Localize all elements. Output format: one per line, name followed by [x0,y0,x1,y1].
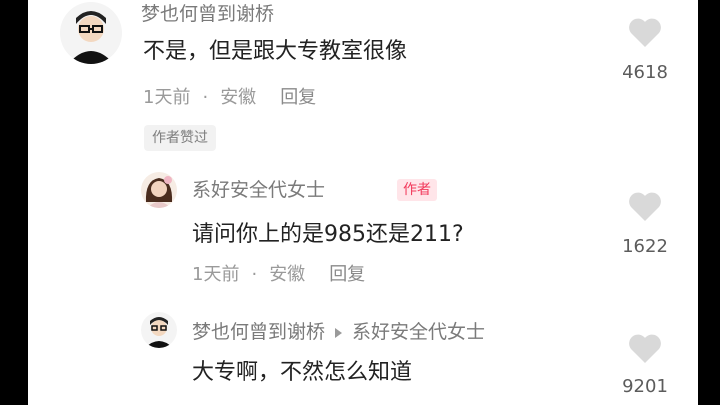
author-badge: 作者 [397,179,437,201]
left-letterbox [0,0,28,405]
heart-icon[interactable] [628,192,662,222]
like-count: 4618 [622,62,668,83]
right-letterbox [698,0,720,405]
reply-to-username[interactable]: 系好安全代女士 [352,321,485,343]
reply-button[interactable]: 回复 [329,264,365,285]
comment-username[interactable]: 系好安全代女士 [192,178,325,202]
heart-icon[interactable] [628,18,662,48]
right-triangle-icon [335,327,343,338]
comment-meta: 1天前 · 安徽 回复 [192,263,365,287]
reply-header: 梦也何曾到谢桥 系好安全代女士 [192,320,485,344]
like-count: 1622 [622,236,668,257]
comment-meta: 1天前 · 安徽 回复 [143,86,316,110]
comment-username[interactable]: 梦也何曾到谢桥 [192,321,325,343]
comment-text: 大专啊，不然怎么知道 [192,360,413,385]
avatar[interactable] [141,172,177,208]
heart-icon[interactable] [628,334,662,364]
meta-separator: · [202,87,209,108]
comment-text: 不是，但是跟大专教室很像 [143,39,408,64]
reply-button[interactable]: 回复 [280,87,316,108]
comment-panel: 梦也何曾到谢桥 不是，但是跟大专教室很像 1天前 · 安徽 回复 作者赞过 4618 … [28,0,698,405]
comment-username[interactable]: 梦也何曾到谢桥 [141,2,274,26]
comment-time: 1天前 [192,264,240,285]
avatar[interactable] [141,312,177,348]
author-liked-badge: 作者赞过 [144,125,216,151]
comment-location: 安徽 [269,264,306,285]
comment-location: 安徽 [220,87,257,108]
comment-time: 1天前 [143,87,191,108]
meta-separator: · [251,264,258,285]
comment-text: 请问你上的是985还是211? [192,222,464,247]
like-count: 9201 [622,376,668,397]
avatar[interactable] [60,2,122,64]
comment-screen: 梦也何曾到谢桥 不是，但是跟大专教室很像 1天前 · 安徽 回复 作者赞过 4618 … [0,0,720,405]
